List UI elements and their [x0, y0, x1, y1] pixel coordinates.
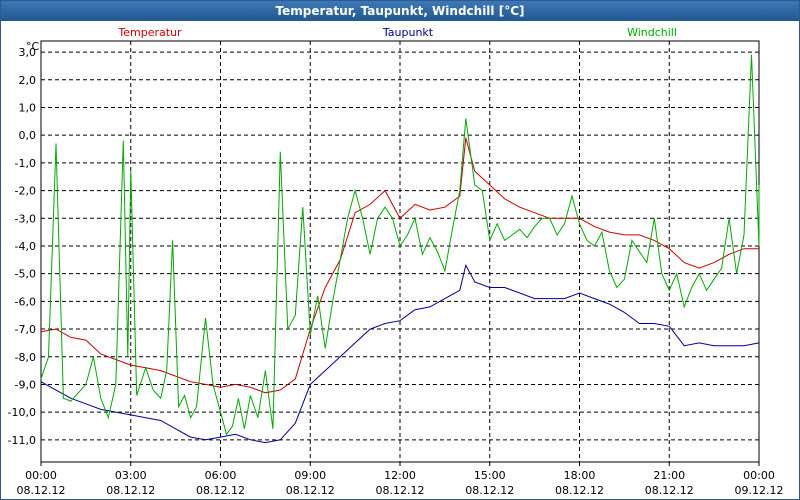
x-tick-date: 08.12.12 — [555, 484, 604, 497]
y-tick-label: 2,0 — [19, 74, 37, 87]
x-tick-time: 06:00 — [205, 469, 237, 482]
x-tick-date: 08.12.12 — [286, 484, 335, 497]
y-tick-label: -11,0 — [8, 434, 36, 447]
x-tick-date: 08.12.12 — [645, 484, 694, 497]
x-tick-time: 12:00 — [384, 469, 416, 482]
y-tick-label: -4,0 — [15, 240, 36, 253]
y-tick-label: -10,0 — [8, 406, 36, 419]
y-tick-label: -1,0 — [15, 157, 36, 170]
legend-entry-windchill: Windchill — [627, 26, 677, 39]
chart-canvas: 3,02,01,00,0-1,0-2,0-3,0-4,0-5,0-6,0-7,0… — [8, 26, 784, 497]
y-tick-label: -8,0 — [15, 351, 36, 364]
y-tick-label: 0,0 — [19, 129, 37, 142]
series-line-taupunkt — [40, 263, 760, 444]
x-tick-time: 21:00 — [653, 469, 685, 482]
x-tick-date: 08.12.12 — [465, 484, 514, 497]
x-tick-time: 09:00 — [294, 469, 326, 482]
x-tick-date: 08.12.12 — [376, 484, 425, 497]
y-tick-label: -3,0 — [15, 212, 36, 225]
x-tick-time: 03:00 — [115, 469, 147, 482]
y-tick-label: 1,0 — [19, 101, 37, 114]
x-tick-date: 08.12.12 — [196, 484, 245, 497]
y-tick-labels: 3,02,01,00,0-1,0-2,0-3,0-4,0-5,0-6,0-7,0… — [8, 46, 36, 447]
x-tick-date: 09.12.12 — [735, 484, 784, 497]
x-tick-time: 18:00 — [564, 469, 596, 482]
grid — [41, 41, 759, 462]
x-tick-time: 00:00 — [25, 469, 57, 482]
y-axis-label: °C — [26, 40, 40, 53]
y-tick-label: -6,0 — [15, 295, 36, 308]
y-tick-label: -5,0 — [15, 268, 36, 281]
x-tick-date: 08.12.12 — [106, 484, 155, 497]
legend: Temperatur Taupunkt Windchill — [117, 26, 677, 39]
y-tick-label: -9,0 — [15, 378, 36, 391]
x-tick-time: 00:00 — [743, 469, 775, 482]
legend-entry-taupunkt: Taupunkt — [382, 26, 434, 39]
x-tick-labels: 00:00 08.12.12 03:00 08.12.12 06:00 08.12.12 0… — [17, 469, 784, 497]
y-tick-label: -7,0 — [15, 323, 36, 336]
legend-entry-temperatur: Temperatur — [117, 26, 182, 39]
x-tick-time: 15:00 — [474, 469, 506, 482]
x-tick-date: 08.12.12 — [17, 484, 66, 497]
y-tick-label: -2,0 — [15, 185, 36, 198]
